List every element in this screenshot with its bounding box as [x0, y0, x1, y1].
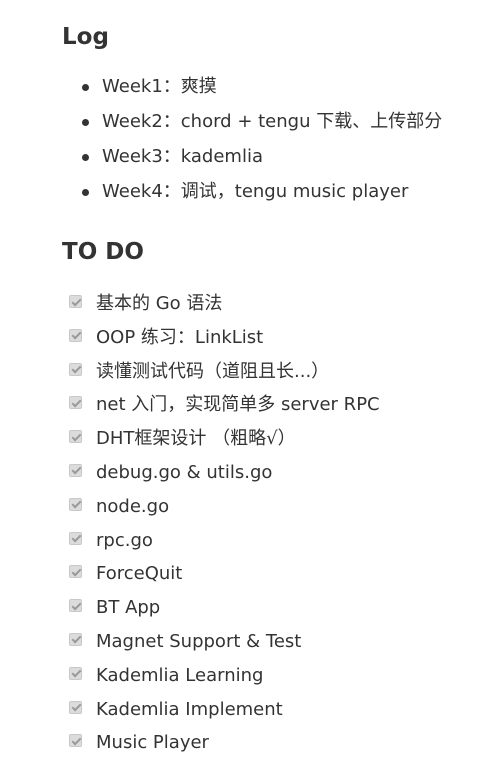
- todo-item-label: net 入门，实现简单多 server RPC: [96, 394, 380, 416]
- todo-item: Magnet Support & Test: [69, 628, 479, 662]
- log-item-text: Week1：爽摸: [102, 76, 217, 97]
- todo-item: debug.go & utils.go: [69, 459, 479, 493]
- log-item: Week3：kademlia: [80, 142, 480, 177]
- checkbox-checked-icon[interactable]: [69, 700, 82, 714]
- todo-item: node.go: [69, 493, 479, 527]
- todo-item: Kademlia Implement: [69, 696, 479, 730]
- todo-item-label: debug.go & utils.go: [96, 461, 273, 483]
- todo-item-label: rpc.go: [96, 529, 153, 551]
- checkbox-checked-icon[interactable]: [69, 497, 82, 511]
- checkbox-checked-icon[interactable]: [69, 565, 82, 579]
- bullet-icon: [82, 84, 89, 91]
- log-item-text: Week3：kademlia: [102, 146, 263, 167]
- todo-item-label: Magnet Support & Test: [96, 630, 302, 652]
- todo-item: 基本的 Go 语法: [69, 290, 479, 324]
- todo-item: ForceQuit: [69, 560, 479, 594]
- todo-item: Kademlia Learning: [69, 662, 479, 696]
- todo-item: net 入门，实现简单多 server RPC: [69, 391, 479, 425]
- todo-item: 读懂测试代码（道阻且长...）: [69, 358, 479, 392]
- todo-heading: TO DO: [62, 239, 144, 265]
- log-heading: Log: [62, 24, 109, 50]
- todo-item-label: 读懂测试代码（道阻且长...）: [96, 360, 330, 382]
- checkbox-checked-icon[interactable]: [69, 396, 82, 410]
- bullet-icon: [82, 189, 89, 196]
- log-item-text: Week2：chord + tengu 下载、上传部分: [102, 111, 443, 132]
- todo-item-label: Kademlia Learning: [96, 664, 264, 686]
- todo-item-label: node.go: [96, 495, 170, 517]
- todo-item-label: DHT框架设计 （粗略√）: [96, 428, 296, 450]
- log-item-text: Week4：调试，tengu music player: [102, 181, 409, 202]
- checkbox-checked-icon[interactable]: [69, 430, 82, 444]
- checkbox-checked-icon[interactable]: [69, 328, 82, 342]
- checkbox-checked-icon[interactable]: [69, 599, 82, 613]
- todo-list: 基本的 Go 语法 OOP 练习：LinkList 读懂测试代码（道阻且长...…: [69, 290, 479, 763]
- log-item: Week4：调试，tengu music player: [80, 177, 480, 212]
- todo-item-label: BT App: [96, 597, 161, 619]
- checkbox-checked-icon[interactable]: [69, 531, 82, 545]
- todo-item-label: ForceQuit: [96, 563, 183, 585]
- todo-item: OOP 练习：LinkList: [69, 324, 479, 358]
- todo-item-label: OOP 练习：LinkList: [96, 326, 264, 348]
- checkbox-checked-icon[interactable]: [69, 463, 82, 477]
- checkbox-checked-icon[interactable]: [69, 734, 82, 748]
- checkbox-checked-icon[interactable]: [69, 666, 82, 680]
- todo-item: DHT框架设计 （粗略√）: [69, 425, 479, 459]
- log-list: Week1：爽摸 Week2：chord + tengu 下载、上传部分 Wee…: [80, 72, 480, 212]
- document-page: Log Week1：爽摸 Week2：chord + tengu 下载、上传部分…: [0, 0, 486, 772]
- todo-item: rpc.go: [69, 527, 479, 561]
- todo-item-label: Music Player: [96, 732, 209, 754]
- todo-item-label: Kademlia Implement: [96, 698, 283, 720]
- checkbox-checked-icon[interactable]: [69, 632, 82, 646]
- log-item: Week2：chord + tengu 下载、上传部分: [80, 107, 480, 142]
- log-item: Week1：爽摸: [80, 72, 480, 107]
- checkbox-checked-icon[interactable]: [69, 295, 82, 308]
- checkbox-checked-icon[interactable]: [69, 362, 82, 376]
- todo-item: Music Player: [69, 729, 479, 763]
- bullet-icon: [82, 154, 89, 161]
- bullet-icon: [82, 119, 89, 126]
- todo-item-label: 基本的 Go 语法: [96, 293, 223, 314]
- todo-item: BT App: [69, 594, 479, 628]
